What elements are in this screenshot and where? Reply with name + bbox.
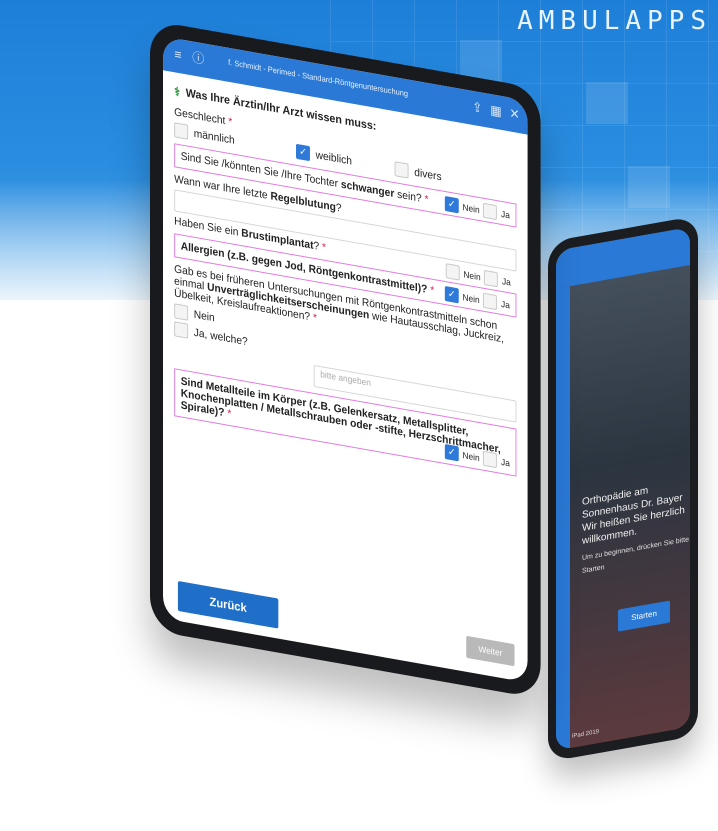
grid-icon[interactable]: ▦ [489,102,504,121]
pregnancy-choice: ✓ Nein Ja [444,195,510,222]
allergies-choice: ✓ Nein Ja [444,285,510,312]
mosaic-tile [586,82,628,124]
close-icon[interactable]: ✕ [507,105,522,124]
brand-logo-text: AMBULAPPS [517,6,712,36]
checkbox-male[interactable] [174,122,189,140]
checkbox-implant-no[interactable] [445,263,460,281]
option-female-label: weiblich [315,148,352,168]
footer-bar: Zurück Weiter [163,570,528,682]
menu-icon[interactable]: ≡ [170,46,185,65]
checkbox-pregnant-no[interactable]: ✓ [444,195,459,214]
info-icon[interactable]: ⓘ [191,49,206,68]
checkbox-allergies-no[interactable]: ✓ [444,285,459,304]
checkbox-female[interactable]: ✓ [296,143,310,162]
next-button[interactable]: Weiter [466,635,515,667]
start-button[interactable]: Starten [618,600,670,632]
required-marker: * [228,115,233,129]
welcome-topbar [556,226,690,289]
checkbox-metal-yes[interactable] [483,450,498,469]
secondary-tablet: Orthopädie am Sonnenhaus Dr. Bayer Wir h… [548,215,698,762]
questionnaire-screen: ≡ ⓘ f. Schmidt - Perimed - Standard-Rönt… [163,36,528,683]
checkbox-diverse[interactable] [394,161,409,179]
welcome-sidebar [556,286,570,751]
checkbox-pregnant-yes[interactable] [483,202,498,221]
welcome-text: Orthopädie am Sonnenhaus Dr. Bayer Wir h… [582,475,690,578]
doctor-icon: ⚕ [174,84,181,100]
main-tablet: ≡ ⓘ f. Schmidt - Perimed - Standard-Rönt… [150,20,541,699]
checkbox-metal-no[interactable]: ✓ [444,443,459,462]
option-male-label: männlich [193,127,235,147]
checkbox-allergies-yes[interactable] [483,292,498,311]
back-button[interactable]: Zurück [177,580,279,629]
device-footer: iPad 2019 [572,729,600,740]
welcome-screen: Orthopädie am Sonnenhaus Dr. Bayer Wir h… [556,226,690,751]
checkbox-intolerance-yes[interactable] [174,321,189,339]
option-diverse-label: divers [414,166,442,183]
questionnaire-form: ⚕ Was Ihre Ärztin/Ihr Arzt wissen muss: … [163,70,528,492]
checkbox-intolerance-no[interactable] [174,303,189,321]
share-icon[interactable]: ⇪ [470,98,485,117]
checkbox-implant-yes[interactable] [484,269,499,288]
